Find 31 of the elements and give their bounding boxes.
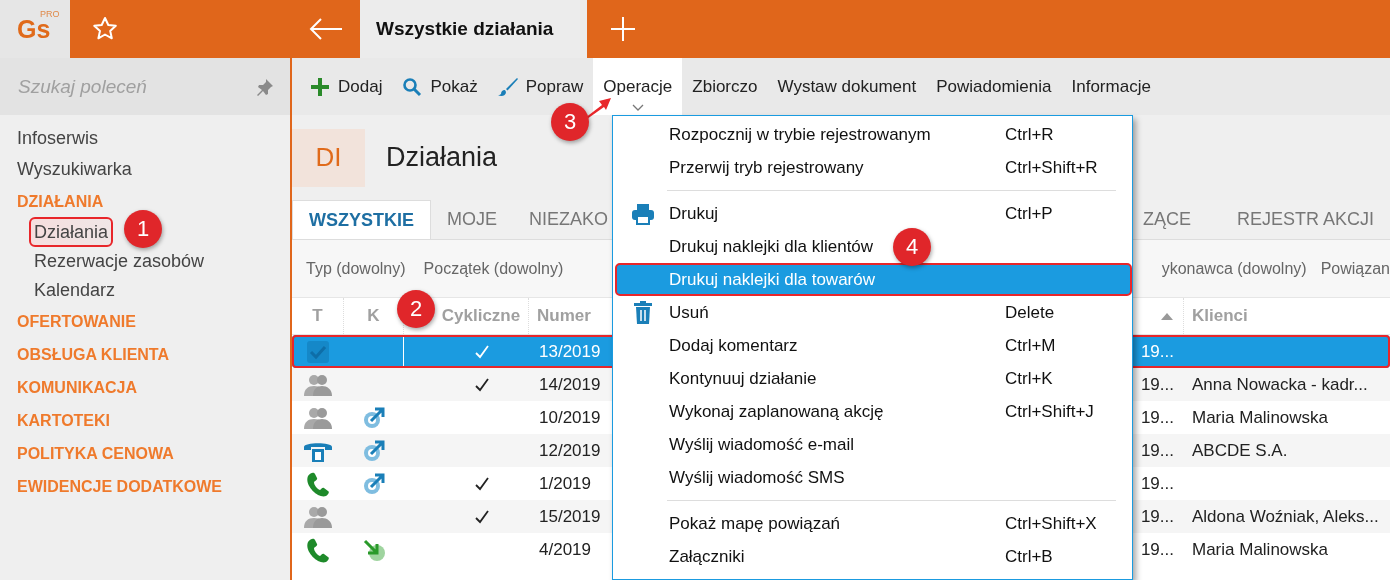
shortcut-label: Ctrl+R xyxy=(1005,124,1054,145)
shortcut-label: Ctrl+Shift+R xyxy=(1005,157,1098,178)
edition-label: PRO xyxy=(40,9,60,19)
table-cell: 4/2019 xyxy=(539,539,591,560)
page-title: Działania xyxy=(386,142,498,173)
table-cell: 19... xyxy=(1140,506,1174,527)
shortcut-label: Ctrl+Shift+X xyxy=(1005,513,1097,534)
table-cell: 13/2019 xyxy=(539,341,601,362)
table-cell: 12/2019 xyxy=(539,440,601,461)
shortcut-label: Ctrl+P xyxy=(1005,203,1053,224)
shortcut-label: Ctrl+B xyxy=(1005,546,1053,567)
table-cell: Aldona Woźniak, Aleks... xyxy=(1192,506,1379,527)
table-cell: 19... xyxy=(1140,539,1174,560)
table-cell: ABCDE S.A. xyxy=(1192,440,1288,461)
table-cell: Maria Malinowska xyxy=(1192,407,1329,428)
shortcut-label: Ctrl+K xyxy=(1005,368,1053,389)
table-cell: 19... xyxy=(1140,341,1174,362)
table-cell: 19... xyxy=(1140,473,1174,494)
shortcut-label: Delete xyxy=(1005,302,1055,323)
table-cell: Anna Nowacka - kadr... xyxy=(1192,374,1368,395)
shortcut-label: Ctrl+M xyxy=(1005,335,1056,356)
table-cell: 19... xyxy=(1140,407,1174,428)
shortcut-label: Ctrl+Shift+J xyxy=(1005,401,1094,422)
table-cell: 10/2019 xyxy=(539,407,601,428)
module-badge: DI xyxy=(292,128,365,187)
table-cell: 1/2019 xyxy=(539,473,591,494)
table-cell: 15/2019 xyxy=(539,506,601,527)
table-cell: 19... xyxy=(1140,374,1174,395)
table-cell: Maria Malinowska xyxy=(1192,539,1329,560)
table-cell: 14/2019 xyxy=(539,374,601,395)
table-cell: 19... xyxy=(1140,440,1174,461)
